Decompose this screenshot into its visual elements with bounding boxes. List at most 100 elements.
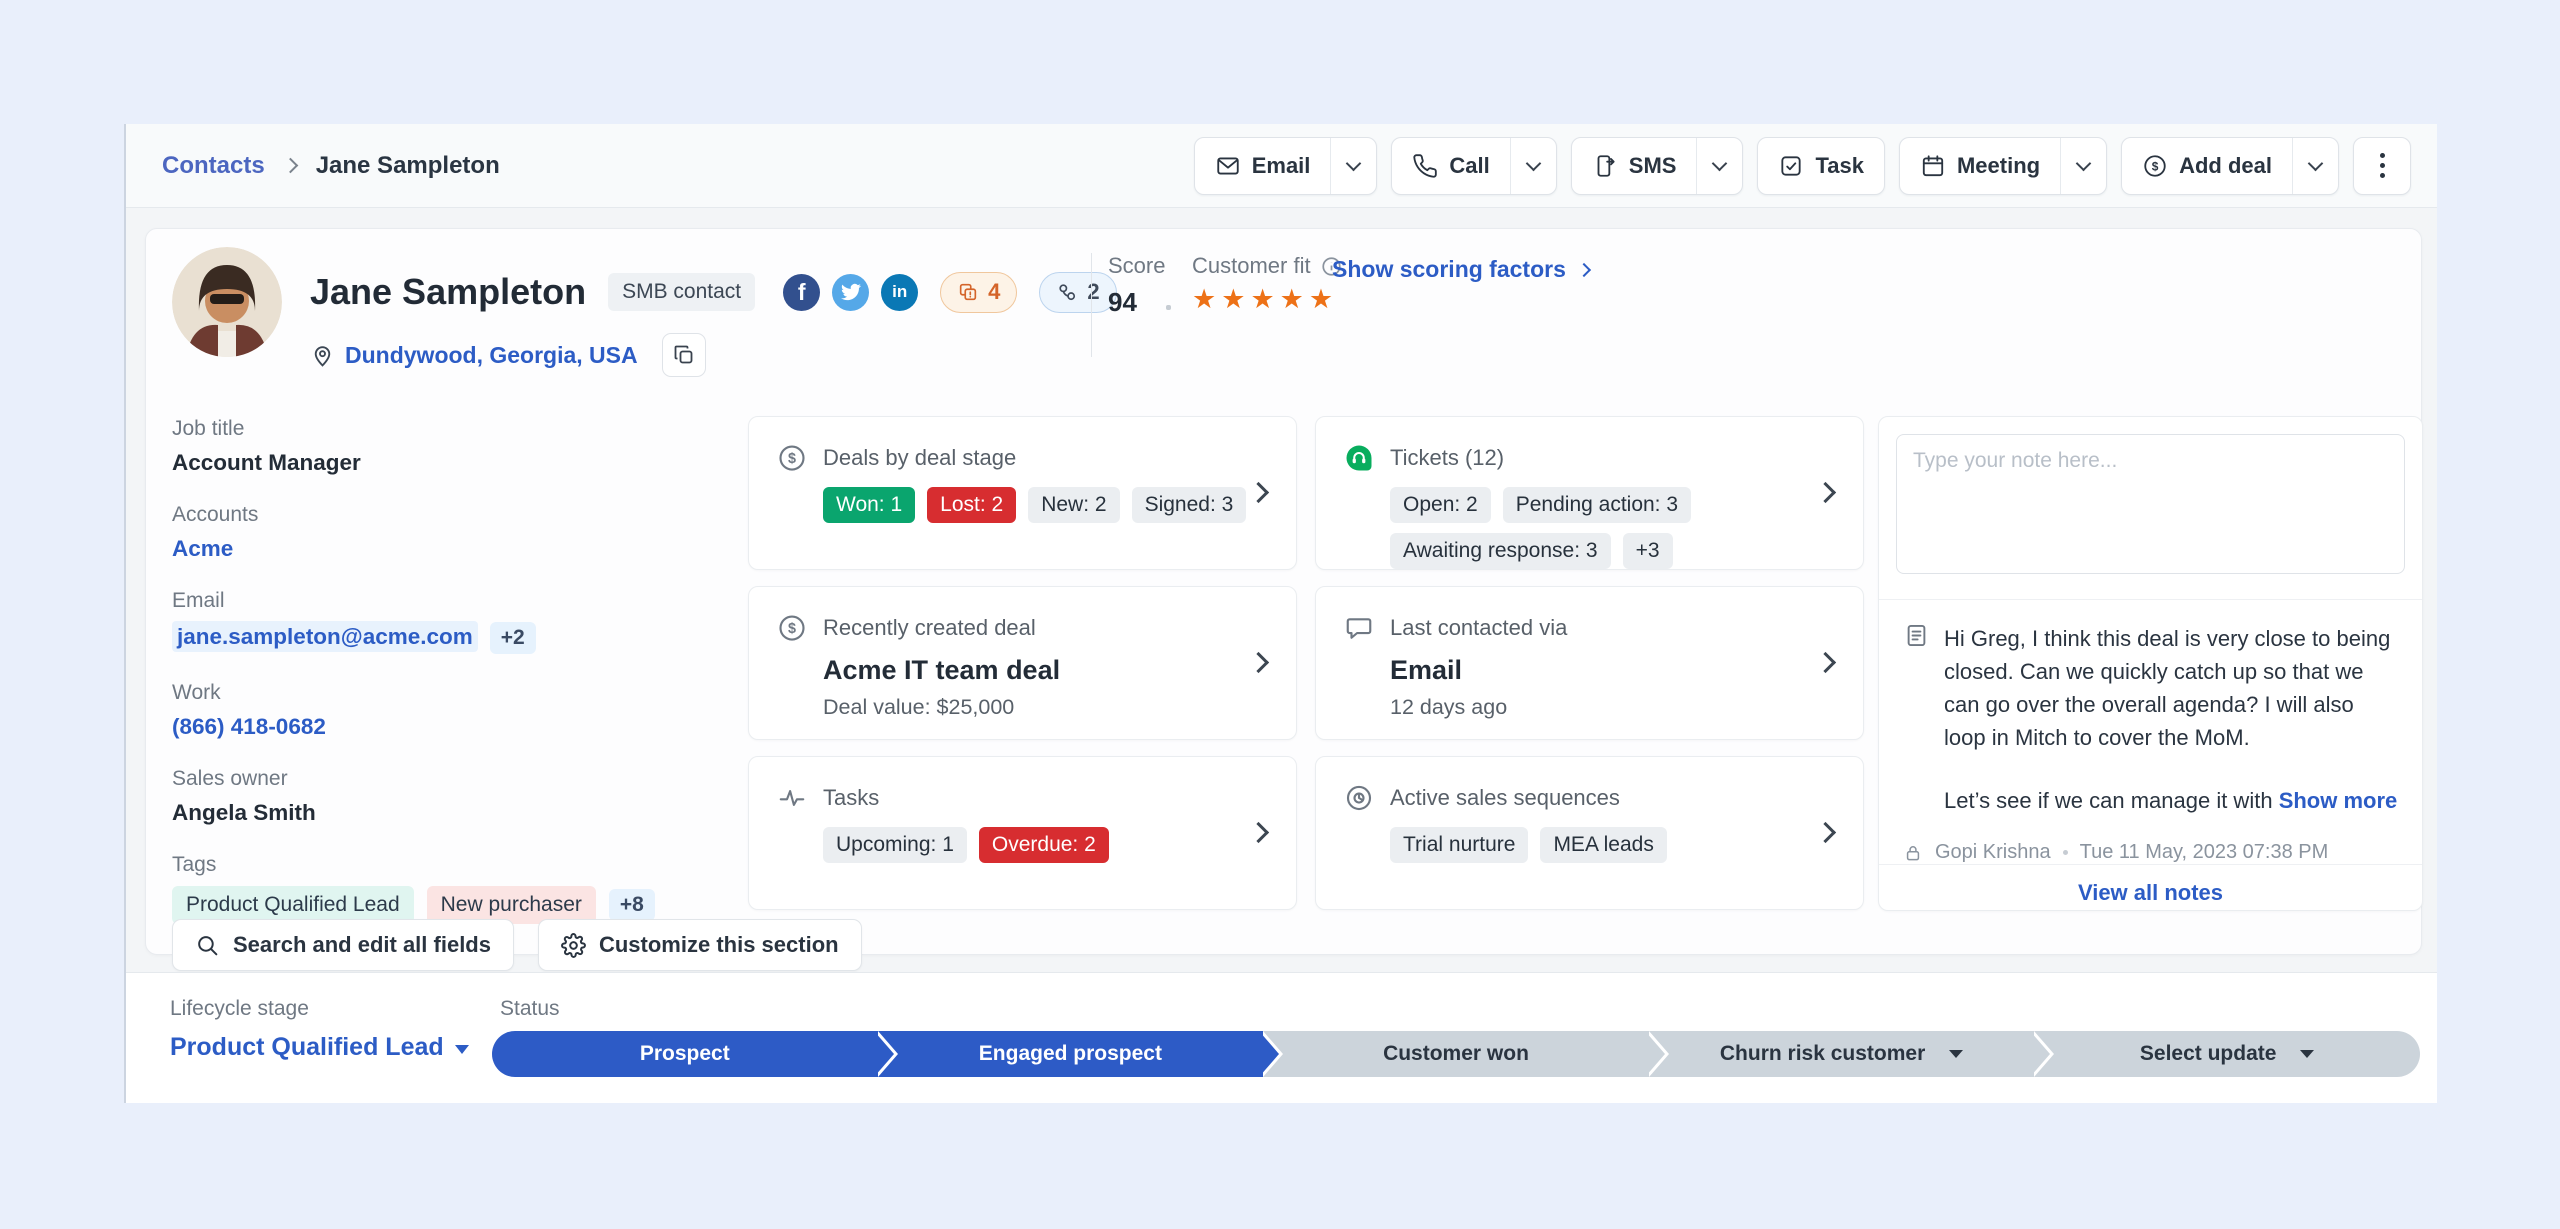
related-contacts-pill[interactable]: 2 bbox=[1039, 271, 1117, 313]
won-badge: Won: 1 bbox=[823, 487, 916, 523]
email-button-label: Email bbox=[1251, 152, 1311, 178]
tasks-card[interactable]: Tasks Upcoming: 1 Overdue: 2 bbox=[748, 756, 1297, 910]
email-button-group: Email bbox=[1193, 136, 1378, 195]
add-deal-button-group: $ Add deal bbox=[2121, 136, 2339, 195]
breadcrumb: Contacts Jane Sampleton bbox=[162, 152, 500, 180]
more-actions-button[interactable] bbox=[2353, 136, 2411, 195]
copy-button[interactable] bbox=[661, 333, 706, 377]
action-toolbar: Email Call SMS Task Meeting $ Add deal bbox=[1193, 136, 2411, 195]
more-tags-chip[interactable]: +8 bbox=[608, 889, 655, 921]
score-label: Score bbox=[1108, 253, 1166, 278]
sales-sequences-card[interactable]: Active sales sequences Trial nurture MEA… bbox=[1315, 756, 1864, 910]
account-link[interactable]: Acme bbox=[172, 536, 732, 562]
search-edit-fields-button[interactable]: Search and edit all fields bbox=[172, 919, 514, 971]
task-button[interactable]: Task bbox=[1758, 138, 1884, 194]
email-dropdown-button[interactable] bbox=[1330, 137, 1376, 194]
note-input-wrap bbox=[1879, 417, 2422, 600]
kebab-icon bbox=[2379, 153, 2385, 158]
status-stage-customer-won[interactable]: Customer won bbox=[1263, 1031, 1665, 1077]
note-author: Gopi Krishna bbox=[1935, 841, 2051, 863]
field-label: Email bbox=[172, 589, 225, 612]
sms-dropdown-button[interactable] bbox=[1696, 137, 1742, 194]
open-tickets-pill[interactable]: 4 bbox=[940, 271, 1018, 313]
new-badge: New: 2 bbox=[1028, 487, 1120, 523]
meeting-button-group: Meeting bbox=[1898, 136, 2108, 195]
status-stage-prospect[interactable]: Prospect bbox=[492, 1031, 894, 1077]
contact-detail-panel: Contacts Jane Sampleton Email Call SMS T… bbox=[124, 124, 2437, 1103]
field-label: Tags bbox=[172, 853, 217, 876]
customize-section-label: Customize this section bbox=[598, 932, 839, 957]
recent-deal-card[interactable]: $ Recently created deal Acme IT team dea… bbox=[748, 586, 1297, 740]
meeting-button[interactable]: Meeting bbox=[1900, 138, 2060, 194]
meeting-dropdown-button[interactable] bbox=[2060, 137, 2106, 194]
note-timestamp: Tue 11 May, 2023 07:38 PM bbox=[2079, 841, 2329, 863]
add-deal-button[interactable]: $ Add deal bbox=[2122, 138, 2292, 194]
lost-badge: Lost: 2 bbox=[927, 487, 1017, 523]
top-bar: Contacts Jane Sampleton Email Call SMS T… bbox=[126, 124, 2437, 208]
chevron-right-icon bbox=[1576, 262, 1591, 277]
field-sales-owner: Sales owner Angela Smith bbox=[172, 767, 732, 826]
lifecycle-stage-dropdown[interactable]: Product Qualified Lead bbox=[170, 1033, 469, 1062]
more-emails-chip[interactable]: +2 bbox=[489, 622, 536, 654]
chevron-down-icon bbox=[1525, 155, 1542, 171]
show-scoring-factors-link[interactable]: Show scoring factors bbox=[1332, 256, 1591, 283]
svg-text:$: $ bbox=[2152, 159, 2159, 173]
overdue-badge: Overdue: 2 bbox=[978, 827, 1109, 863]
show-more-link[interactable]: Show more bbox=[2279, 788, 2398, 813]
stage-label: Churn risk customer bbox=[1719, 1042, 1926, 1065]
sms-button-group: SMS bbox=[1570, 136, 1744, 195]
contact-name: Jane Sampleton bbox=[310, 271, 587, 312]
call-dropdown-button[interactable] bbox=[1509, 137, 1556, 194]
card-title: Tasks bbox=[823, 785, 880, 810]
facebook-icon[interactable]: f bbox=[783, 273, 821, 311]
last-contacted-card[interactable]: Last contacted via Email 12 days ago bbox=[1315, 586, 1864, 740]
stacked-cards-icon bbox=[959, 283, 977, 301]
add-deal-dropdown-button[interactable] bbox=[2292, 137, 2338, 194]
location-row: Dundywood, Georgia, USA bbox=[310, 333, 706, 377]
view-all-notes-link[interactable]: View all notes bbox=[1879, 864, 2422, 923]
status-stage-churn-risk[interactable]: Churn risk customer bbox=[1648, 1031, 2050, 1077]
target-icon bbox=[1346, 785, 1372, 811]
card-title: Active sales sequences bbox=[1390, 785, 1620, 810]
status-stage-engaged-prospect[interactable]: Engaged prospect bbox=[877, 1031, 1279, 1077]
sequence-badge: MEA leads bbox=[1540, 827, 1667, 863]
task-button-label: Task bbox=[1815, 152, 1864, 178]
work-phone-link[interactable]: (866) 418-0682 bbox=[172, 714, 732, 740]
deals-by-stage-card[interactable]: $ Deals by deal stage Won: 1 Lost: 2 New… bbox=[748, 416, 1297, 570]
star-icon bbox=[1221, 284, 1250, 314]
customize-section-button[interactable]: Customize this section bbox=[537, 919, 862, 971]
search-edit-fields-label: Search and edit all fields bbox=[233, 932, 491, 957]
field-value: Angela Smith bbox=[172, 800, 316, 825]
email-link[interactable]: jane.sampleton@acme.com bbox=[172, 621, 478, 652]
note-input[interactable] bbox=[1896, 434, 2405, 574]
open-badge: Open: 2 bbox=[1390, 487, 1491, 523]
status-stage-select-update[interactable]: Select update bbox=[2034, 1031, 2420, 1077]
caret-down-icon bbox=[1949, 1050, 1964, 1058]
lock-icon bbox=[1906, 845, 1920, 860]
field-job-title: Job title Account Manager bbox=[172, 417, 732, 476]
sms-icon bbox=[1597, 154, 1615, 177]
separator-dot bbox=[1166, 305, 1171, 310]
call-button[interactable]: Call bbox=[1392, 138, 1509, 194]
tickets-card[interactable]: Tickets (12) Open: 2 Pending action: 3 A… bbox=[1315, 416, 1864, 570]
score-value: 94 bbox=[1108, 287, 1137, 317]
linkedin-icon[interactable]: in bbox=[881, 273, 919, 311]
call-button-label: Call bbox=[1449, 152, 1490, 178]
call-button-group: Call bbox=[1391, 136, 1557, 195]
breadcrumb-current: Jane Sampleton bbox=[315, 151, 500, 179]
note-document-icon bbox=[1907, 624, 1926, 647]
field-label: Work bbox=[172, 681, 221, 704]
copy-icon bbox=[674, 345, 693, 364]
location-link[interactable]: Dundywood, Georgia, USA bbox=[345, 342, 638, 369]
twitter-icon[interactable] bbox=[832, 273, 870, 311]
breadcrumb-contacts-link[interactable]: Contacts bbox=[162, 152, 265, 180]
field-value: Account Manager bbox=[172, 450, 361, 475]
email-button[interactable]: Email bbox=[1195, 138, 1331, 194]
sms-button[interactable]: SMS bbox=[1572, 138, 1697, 194]
contact-details-column: Job title Account Manager Accounts Acme … bbox=[172, 417, 732, 951]
contact-header-row: Jane Sampleton SMB contact f in 4 2 bbox=[310, 271, 1117, 313]
star-icon bbox=[1309, 284, 1338, 314]
sequence-badge: Trial nurture bbox=[1390, 827, 1529, 863]
latest-note: Hi Greg, I think this deal is very close… bbox=[1879, 600, 2422, 817]
breadcrumb-chevron-icon bbox=[282, 157, 298, 174]
